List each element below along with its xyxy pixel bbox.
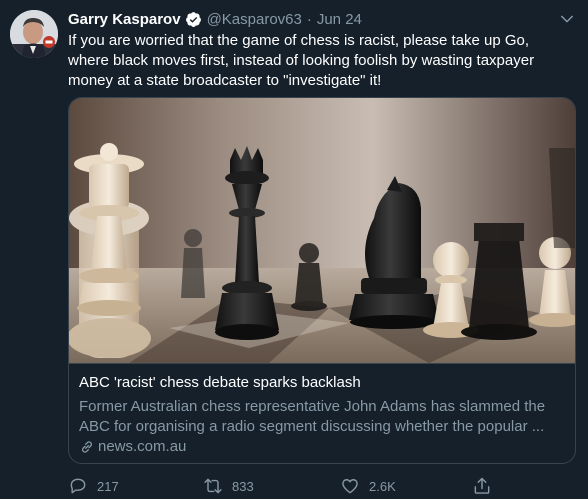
card-description-line: ABC for organising a radio segment discu… (79, 418, 545, 435)
retweet-count: 833 (232, 478, 254, 494)
author-handle[interactable]: @Kasparov63 (207, 11, 302, 28)
link-icon (82, 440, 92, 453)
card-description: Former Australian chess representative J… (79, 397, 565, 437)
tweet-header: Garry Kasparov @Kasparov63 · Jun 24 (68, 9, 362, 29)
like-icon (342, 479, 358, 494)
link-card[interactable]: ABC 'racist' chess debate sparks backlas… (68, 97, 576, 464)
verified-badge-icon (185, 11, 202, 28)
reply-icon (70, 478, 86, 494)
card-body[interactable]: ABC 'racist' chess debate sparks backlas… (69, 363, 575, 463)
tweet-text: If you are worried that the game of ches… (68, 32, 535, 89)
chevron-down-icon[interactable] (558, 10, 576, 28)
author-name[interactable]: Garry Kasparov (68, 11, 181, 28)
card-description-line: Former Australian chess representative J… (79, 398, 546, 415)
card-domain-text[interactable]: news.com.au (98, 438, 186, 455)
tweet-date[interactable]: Jun 24 (317, 11, 362, 28)
reply-button[interactable]: 217 (68, 474, 119, 498)
share-button[interactable] (472, 474, 501, 498)
reply-count: 217 (97, 478, 119, 494)
tweet[interactable]: Garry Kasparov @Kasparov63 · Jun 24 If y… (0, 0, 588, 499)
like-button[interactable]: 2.6K (340, 474, 396, 498)
avatar[interactable] (10, 10, 58, 58)
separator: · (306, 10, 312, 28)
card-image[interactable] (69, 98, 575, 363)
like-count: 2.6K (369, 478, 396, 494)
retweet-icon (204, 478, 222, 494)
retweet-button[interactable]: 833 (203, 474, 254, 498)
tweet-actions: 217 833 2.6K (68, 474, 498, 498)
card-domain[interactable]: news.com.au (79, 438, 186, 455)
card-title[interactable]: ABC 'racist' chess debate sparks backlas… (79, 374, 361, 391)
share-icon (474, 477, 490, 494)
